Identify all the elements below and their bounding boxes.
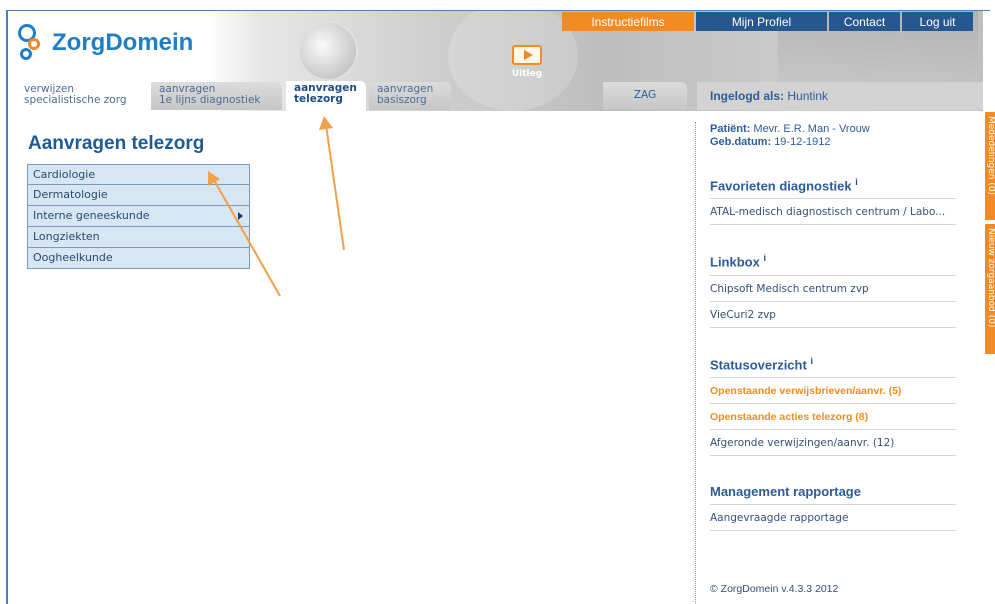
- tab-verwijzen-specialistische-zorg[interactable]: verwijzen specialistische zorg: [16, 82, 147, 110]
- tab-aanvragen-telezorg[interactable]: aanvragen telezorg: [286, 81, 366, 111]
- favorite-link[interactable]: ATAL-medisch diagnostisch centrum / Labo…: [710, 199, 956, 226]
- info-icon[interactable]: i: [810, 356, 813, 366]
- logged-in-label: Ingelogd als:: [710, 89, 785, 103]
- menu-item-interne-geneeskunde[interactable]: Interne geneeskunde: [27, 206, 250, 227]
- management-list: Aangevraagde rapportage: [710, 503, 956, 531]
- patient-dob: 19-12-1912: [774, 136, 831, 148]
- nieuw-zorgaanbod-tab[interactable]: Nieuw zorgaanbod (0): [985, 224, 995, 354]
- management-link[interactable]: Aangevraagde rapportage: [710, 505, 956, 531]
- play-icon: [512, 45, 542, 65]
- linkbox-link[interactable]: Chipsoft Medisch centrum zvp: [710, 276, 956, 302]
- log-uit-link[interactable]: Log uit: [902, 12, 973, 31]
- zorgdomein-logo[interactable]: ZorgDomein: [18, 24, 193, 62]
- page-title: Aanvragen telezorg: [28, 133, 205, 154]
- status-list: Openstaande verwijsbrieven/aanvr. (5) Op…: [710, 376, 956, 456]
- favorieten-title: Favorieten diagnostiek i: [710, 177, 858, 194]
- menu-item-oogheelkunde[interactable]: Oogheelkunde: [27, 248, 250, 269]
- mijn-profiel-link[interactable]: Mijn Profiel: [696, 12, 827, 31]
- specialism-menu: Cardiologie Dermatologie Interne geneesk…: [27, 164, 250, 269]
- patient-name: Mevr. E.R. Man - Vrouw: [753, 123, 870, 135]
- status-link-afgeronde[interactable]: Afgeronde verwijzingen/aanvr. (12): [710, 430, 956, 456]
- instructiefilms-link[interactable]: Instructiefilms: [562, 12, 694, 31]
- logo-icon: [18, 24, 54, 62]
- menu-item-cardiologie[interactable]: Cardiologie: [27, 164, 250, 185]
- menu-item-dermatologie[interactable]: Dermatologie: [27, 185, 250, 206]
- linkbox-list: Chipsoft Medisch centrum zvp VieCuri2 zv…: [710, 274, 956, 328]
- uitleg-label: Uitleg: [511, 69, 543, 79]
- status-link-openstaande-verwijsbrieven[interactable]: Openstaande verwijsbrieven/aanvr. (5): [710, 378, 956, 404]
- right-panel: Patiënt: Mevr. E.R. Man - Vrouw Geb.datu…: [710, 123, 956, 595]
- favorieten-list: ATAL-medisch diagnostisch centrum / Labo…: [710, 198, 956, 226]
- status-link-openstaande-acties[interactable]: Openstaande acties telezorg (8): [710, 404, 956, 430]
- stethoscope-image: [298, 21, 358, 81]
- logged-in-indicator: Ingelogd als: Huntink: [697, 82, 983, 110]
- uitleg-button[interactable]: Uitleg: [505, 45, 549, 79]
- info-icon[interactable]: i: [855, 177, 858, 187]
- mededelingen-tab[interactable]: Mededelingen (0): [985, 112, 995, 220]
- tab-zag[interactable]: ZAG: [603, 82, 687, 110]
- management-title: Management rapportage: [710, 483, 861, 499]
- tab-aanvragen-1e-lijns-diagnostiek[interactable]: aanvragen 1e lijns diagnostiek: [151, 82, 282, 110]
- logo-text: ZorgDomein: [52, 29, 194, 56]
- logged-in-user: Huntink: [787, 89, 829, 103]
- menu-item-longziekten[interactable]: Longziekten: [27, 227, 250, 248]
- info-icon[interactable]: i: [763, 253, 766, 263]
- copyright: © ZorgDomein v.4.3.3 2012: [710, 582, 839, 595]
- linkbox-title: Linkbox i: [710, 253, 766, 270]
- contact-link[interactable]: Contact: [829, 12, 900, 31]
- column-divider: [695, 122, 696, 604]
- linkbox-link[interactable]: VieCuri2 zvp: [710, 302, 956, 328]
- tab-aanvragen-basiszorg[interactable]: aanvragen basiszorg: [369, 82, 451, 110]
- patient-info: Patiënt: Mevr. E.R. Man - Vrouw Geb.datu…: [710, 123, 870, 148]
- status-title: Statusoverzicht i: [710, 355, 813, 372]
- submenu-arrow-icon: [238, 212, 243, 220]
